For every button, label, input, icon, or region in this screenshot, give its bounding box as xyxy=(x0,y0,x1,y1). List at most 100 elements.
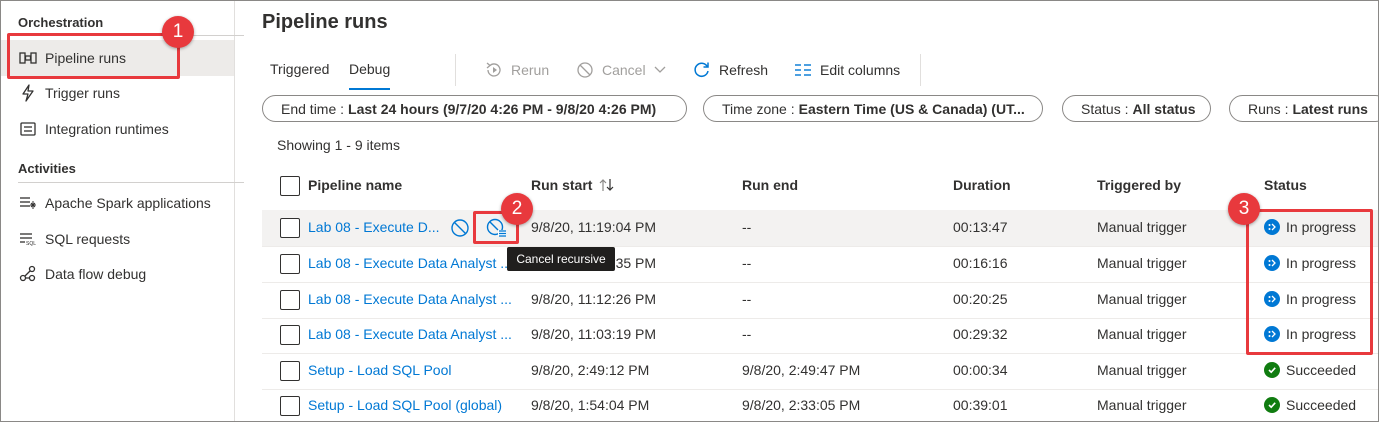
duration: 00:39:01 xyxy=(953,397,1008,413)
sort-icon[interactable] xyxy=(598,178,616,192)
pipeline-name-link[interactable]: Lab 08 - Execute D... xyxy=(308,219,440,235)
table-row[interactable]: Setup - Load SQL Pool 9/8/20, 2:49:12 PM… xyxy=(262,353,1379,389)
section-orchestration: Orchestration xyxy=(18,15,104,30)
cancel-button[interactable]: Cancel xyxy=(576,60,666,80)
table-row[interactable]: Lab 08 - Execute Data Analyst ... 9/8/20… xyxy=(262,317,1379,353)
spark-list-icon xyxy=(18,194,38,212)
run-start: 9/8/20, 11:12:26 PM xyxy=(531,291,657,307)
tab-debug[interactable]: Debug xyxy=(349,61,391,90)
triggered-by: Manual trigger xyxy=(1097,255,1187,271)
status: Succeeded xyxy=(1264,362,1356,378)
filter-label: Time zone : xyxy=(722,100,795,117)
cancel-icon xyxy=(576,61,594,79)
duration: 00:16:16 xyxy=(953,255,1008,271)
lightning-icon xyxy=(18,84,38,102)
filter-value: All status xyxy=(1132,100,1196,117)
annotation-badge-1: 1 xyxy=(162,16,194,48)
run-start: 9/8/20, 11:19:04 PM xyxy=(531,219,657,235)
triggered-by: Manual trigger xyxy=(1097,362,1187,378)
sql-list-icon: SQL xyxy=(18,230,38,248)
table-row[interactable]: Setup - Load SQL Pool (global) 9/8/20, 1… xyxy=(262,388,1379,422)
duration: 00:29:32 xyxy=(953,326,1008,342)
column-header-label: Run start xyxy=(531,177,593,193)
row-checkbox[interactable] xyxy=(280,290,300,310)
data-flow-icon xyxy=(18,265,38,283)
run-end: 9/8/20, 2:33:05 PM xyxy=(742,397,861,413)
success-check-icon xyxy=(1264,397,1280,413)
sidebar-item-label: Trigger runs xyxy=(45,85,120,101)
rerun-label: Rerun xyxy=(511,62,550,78)
column-header-run-start[interactable]: Run start xyxy=(531,177,616,193)
refresh-icon xyxy=(693,61,711,79)
sidebar-item-trigger-runs[interactable]: Trigger runs xyxy=(0,75,234,111)
column-header-duration[interactable]: Duration xyxy=(953,177,1011,193)
success-check-icon xyxy=(1264,362,1280,378)
status-label: Succeeded xyxy=(1286,362,1357,378)
triggered-by: Manual trigger xyxy=(1097,291,1187,307)
run-end: -- xyxy=(742,326,752,342)
annotation-badge-3: 3 xyxy=(1228,193,1260,225)
pipeline-name-link[interactable]: Lab 08 - Execute Data Analyst ... xyxy=(308,326,512,342)
table-row[interactable]: Lab 08 - Execute D... 9/8/20, 11:19:04 P… xyxy=(262,210,1379,246)
annotation-box-3 xyxy=(1246,209,1373,355)
edit-columns-button[interactable]: Edit columns xyxy=(794,60,900,80)
pipeline-name-link[interactable]: Lab 08 - Execute Data Analyst ... xyxy=(308,291,512,307)
filter-value: Last 24 hours (9/7/20 4:26 PM - 9/8/20 4… xyxy=(348,100,657,117)
filter-label: Status : xyxy=(1081,100,1129,117)
column-header-pipeline-name[interactable]: Pipeline name xyxy=(308,177,402,193)
sidebar-item-data-flow-debug[interactable]: Data flow debug xyxy=(0,256,234,292)
run-start: 9/8/20, 11:03:19 PM xyxy=(531,326,657,342)
cancel-label: Cancel xyxy=(602,62,646,78)
table-row[interactable]: Lab 08 - Execute Data Analyst ... 9/8/20… xyxy=(262,282,1379,318)
sidebar-item-sql-requests[interactable]: SQL SQL requests xyxy=(0,221,234,257)
refresh-button[interactable]: Refresh xyxy=(693,60,768,80)
select-all-checkbox[interactable] xyxy=(280,176,300,196)
integration-runtime-icon xyxy=(18,120,38,138)
cancel-icon[interactable] xyxy=(450,218,470,238)
filter-status[interactable]: Status : All status xyxy=(1062,95,1211,122)
filter-end-time[interactable]: End time : Last 24 hours (9/7/20 4:26 PM… xyxy=(262,95,687,122)
duration: 00:00:34 xyxy=(953,362,1008,378)
rerun-icon xyxy=(485,61,503,79)
pipeline-name-link[interactable]: Setup - Load SQL Pool (global) xyxy=(308,397,502,413)
sidebar-item-label: Apache Spark applications xyxy=(45,195,211,211)
item-count: Showing 1 - 9 items xyxy=(277,137,400,153)
pipeline-name-link[interactable]: Lab 08 - Execute Data Analyst ... xyxy=(308,255,512,271)
filter-value: Eastern Time (US & Canada) (UT... xyxy=(798,100,1025,117)
column-header-run-end[interactable]: Run end xyxy=(742,177,798,193)
duration: 00:13:47 xyxy=(953,219,1008,235)
edit-columns-label: Edit columns xyxy=(820,62,901,78)
triggered-by: Manual trigger xyxy=(1097,397,1187,413)
run-end: 9/8/20, 2:49:47 PM xyxy=(742,362,861,378)
filter-label: End time : xyxy=(281,100,345,117)
row-checkbox[interactable] xyxy=(280,218,300,238)
row-checkbox[interactable] xyxy=(280,396,300,416)
triggered-by: Manual trigger xyxy=(1097,326,1187,342)
svg-text:SQL: SQL xyxy=(26,241,36,246)
column-header-triggered-by[interactable]: Triggered by xyxy=(1097,177,1181,193)
sidebar-item-integration-runtimes[interactable]: Integration runtimes xyxy=(0,111,234,147)
table-row[interactable]: Lab 08 - Execute Data Analyst ... 9/8/20… xyxy=(262,246,1379,282)
row-checkbox[interactable] xyxy=(280,325,300,345)
row-checkbox[interactable] xyxy=(280,361,300,381)
triggered-by: Manual trigger xyxy=(1097,219,1187,235)
run-start: 9/8/20, 1:54:04 PM xyxy=(531,397,650,413)
pipeline-name-link[interactable]: Setup - Load SQL Pool xyxy=(308,362,451,378)
sidebar-item-label: Data flow debug xyxy=(45,266,147,282)
tab-triggered[interactable]: Triggered xyxy=(270,61,329,77)
run-end: -- xyxy=(742,291,752,307)
sidebar-item-spark-applications[interactable]: Apache Spark applications xyxy=(0,185,234,221)
sidebar-item-label: SQL requests xyxy=(45,231,131,247)
rerun-button[interactable]: Rerun xyxy=(485,60,549,80)
filter-time-zone[interactable]: Time zone : Eastern Time (US & Canada) (… xyxy=(703,95,1043,122)
toolbar-divider xyxy=(455,54,456,86)
filter-runs[interactable]: Runs : Latest runs xyxy=(1229,95,1379,122)
columns-icon xyxy=(794,63,812,77)
filter-label: Runs : xyxy=(1248,100,1289,117)
row-checkbox[interactable] xyxy=(280,254,300,274)
toolbar-divider xyxy=(920,54,921,86)
section-activities: Activities xyxy=(18,161,76,176)
annotation-box-1 xyxy=(7,33,180,79)
column-header-status[interactable]: Status xyxy=(1264,177,1307,193)
page-title: Pipeline runs xyxy=(262,11,388,33)
